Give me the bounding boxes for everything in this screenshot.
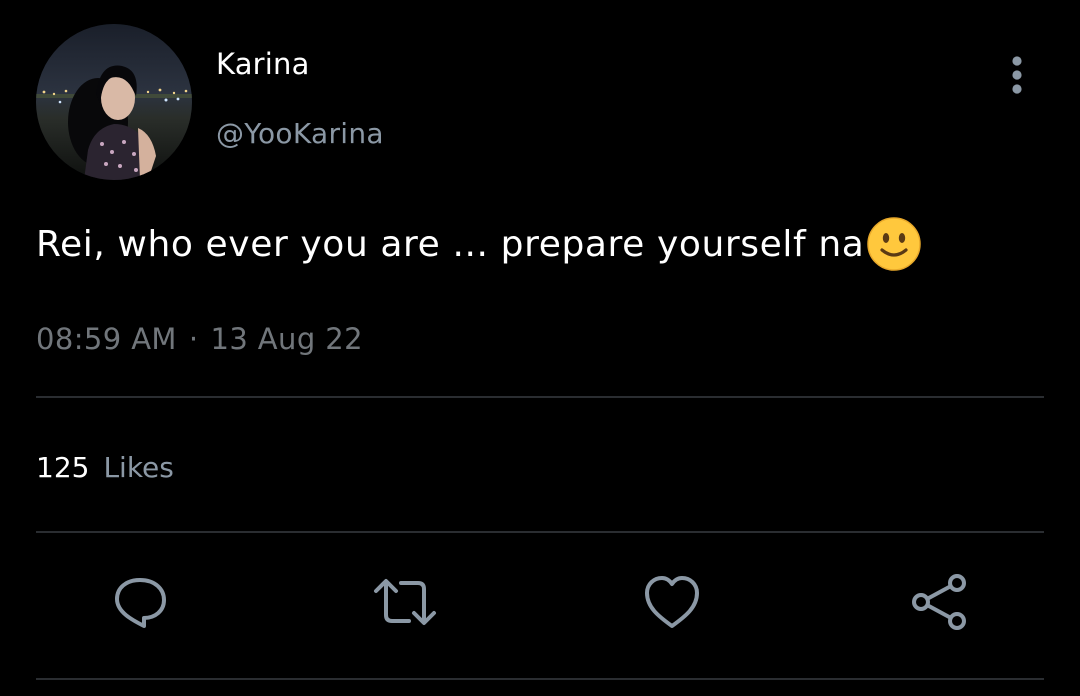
retweet-button[interactable] [373,570,437,634]
display-name[interactable]: Karina [216,44,310,84]
divider [36,678,1044,680]
tweet-date: 13 Aug 22 [210,322,363,356]
share-icon [912,574,966,630]
timestamp-separator: · [188,322,199,356]
user-handle[interactable]: @YooKarina [216,114,384,154]
avatar[interactable] [36,24,192,180]
divider [36,396,1044,398]
reply-button[interactable] [108,570,172,634]
tweet-text: Rei, who ever you are ... prepare yourse… [36,214,922,274]
more-options-button[interactable] [996,52,1038,98]
tweet-detail: Karina @YooKarina Rei, who ever you are … [0,0,1080,696]
likes-count: 125 [36,451,90,484]
vertical-ellipsis-icon [1012,56,1022,94]
reply-icon [115,578,166,628]
divider [36,531,1044,533]
like-icon [645,576,699,628]
avatar-photo [36,24,192,180]
tweet-timestamp[interactable]: 08:59 AM · 13 Aug 22 [36,318,363,360]
slightly-smiling-face-icon [866,216,922,272]
like-button[interactable] [640,570,704,634]
likes-label: Likes [103,451,174,484]
retweet-icon [374,579,436,625]
share-button[interactable] [907,570,971,634]
likes-stat[interactable]: 125 Likes [36,447,174,489]
tweet-time: 08:59 AM [36,322,177,356]
tweet-text-body: Rei, who ever you are ... prepare yourse… [36,223,865,265]
